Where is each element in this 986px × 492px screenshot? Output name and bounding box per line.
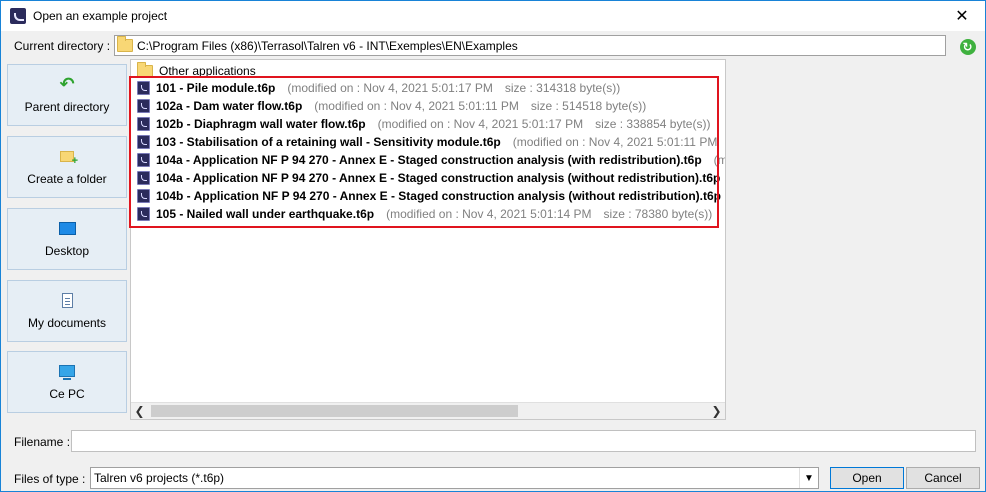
refresh-icon: ↻ bbox=[959, 38, 976, 55]
scroll-right-icon[interactable]: ❯ bbox=[708, 403, 725, 419]
horizontal-scrollbar[interactable]: ❮ ❯ bbox=[131, 402, 725, 419]
parent-directory-icon: ↶ bbox=[59, 74, 75, 94]
folder-item-other-applications[interactable]: Other applications bbox=[137, 61, 256, 80]
file-item[interactable]: 104b - Application NF P 94 270 - Annex E… bbox=[137, 187, 725, 205]
talren-file-icon bbox=[137, 153, 150, 167]
file-modified: (modified on : Nov 4, 2021 5:01:14 PM bbox=[386, 207, 592, 221]
filename-label: Filename : bbox=[14, 435, 71, 449]
scrollbar-thumb[interactable] bbox=[151, 405, 518, 417]
scroll-left-icon[interactable]: ❮ bbox=[131, 403, 148, 419]
window-title: Open an example project bbox=[33, 9, 168, 23]
file-modified: (modi bbox=[713, 153, 725, 167]
parent-directory-button[interactable]: ↶ Parent directory bbox=[7, 64, 127, 126]
file-name: 104a - Application NF P 94 270 - Annex E… bbox=[156, 153, 702, 167]
file-modified: (modified on : Nov 4, 2021 5:01:11 PM bbox=[314, 99, 519, 113]
file-item[interactable]: 105 - Nailed wall under earthquake.t6p (… bbox=[137, 205, 712, 223]
current-directory-field[interactable]: C:\Program Files (x86)\Terrasol\Talren v… bbox=[114, 35, 946, 56]
talren-file-icon bbox=[137, 207, 150, 221]
file-size: size : 338854 byte(s)) bbox=[595, 117, 711, 131]
current-directory-label: Current directory : bbox=[14, 39, 111, 53]
file-name: 104b - Application NF P 94 270 - Annex E… bbox=[156, 189, 721, 203]
file-size: size : 78380 byte(s)) bbox=[603, 207, 713, 221]
documents-icon bbox=[58, 292, 76, 308]
file-item[interactable]: 104a - Application NF P 94 270 - Annex E… bbox=[137, 151, 725, 169]
create-folder-button[interactable]: Create a folder bbox=[7, 136, 127, 198]
file-item[interactable]: 104a - Application NF P 94 270 - Annex E… bbox=[137, 169, 725, 187]
create-folder-label: Create a folder bbox=[27, 172, 107, 186]
file-modified: (modified on : Nov 4, 2021 5:01:11 PM bbox=[512, 135, 718, 149]
file-modified: (modified on : Nov 4, 2021 5:01:17 PM bbox=[287, 81, 493, 95]
refresh-button[interactable]: ↻ bbox=[957, 36, 978, 57]
file-item[interactable]: 102a - Dam water flow.t6p (modified on :… bbox=[137, 97, 646, 115]
talren-file-icon bbox=[137, 135, 150, 149]
chevron-down-icon[interactable]: ▼ bbox=[799, 468, 818, 488]
this-pc-button[interactable]: Ce PC bbox=[7, 351, 127, 413]
open-project-dialog: Open an example project ✕ Current direct… bbox=[0, 0, 986, 492]
filename-input[interactable] bbox=[71, 430, 976, 452]
open-button[interactable]: Open bbox=[830, 467, 904, 489]
file-name: 102b - Diaphragm wall water flow.t6p bbox=[156, 117, 366, 131]
file-type-value: Talren v6 projects (*.t6p) bbox=[94, 471, 225, 485]
file-size: size : 514518 byte(s)) bbox=[530, 99, 647, 113]
desktop-icon bbox=[58, 220, 76, 236]
title-bar: Open an example project ✕ bbox=[1, 1, 985, 31]
close-icon[interactable]: ✕ bbox=[939, 1, 985, 31]
current-directory-path: C:\Program Files (x86)\Terrasol\Talren v… bbox=[137, 38, 518, 53]
computer-icon bbox=[58, 363, 76, 380]
talren-file-icon bbox=[137, 117, 150, 131]
cancel-button[interactable]: Cancel bbox=[906, 467, 980, 489]
file-list[interactable]: Other applications 101 - Pile module.t6p… bbox=[130, 59, 726, 420]
file-name: 102a - Dam water flow.t6p bbox=[156, 99, 303, 113]
file-item[interactable]: 103 - Stabilisation of a retaining wall … bbox=[137, 133, 725, 151]
my-documents-button[interactable]: My documents bbox=[7, 280, 127, 342]
talren-file-icon bbox=[137, 189, 150, 203]
talren-file-icon bbox=[137, 171, 150, 185]
new-folder-icon bbox=[58, 148, 78, 167]
file-name: 104a - Application NF P 94 270 - Annex E… bbox=[156, 171, 721, 185]
folder-label: Other applications bbox=[159, 64, 256, 78]
my-documents-label: My documents bbox=[27, 316, 107, 330]
file-type-select[interactable]: Talren v6 projects (*.t6p) ▼ bbox=[90, 467, 819, 489]
talren-file-icon bbox=[137, 81, 150, 95]
desktop-button[interactable]: Desktop bbox=[7, 208, 127, 270]
file-item[interactable]: 102b - Diaphragm wall water flow.t6p (mo… bbox=[137, 115, 710, 133]
file-name: 103 - Stabilisation of a retaining wall … bbox=[156, 135, 501, 149]
talren-app-icon bbox=[10, 8, 26, 24]
this-pc-label: Ce PC bbox=[49, 387, 85, 401]
folder-icon bbox=[117, 36, 133, 52]
parent-directory-label: Parent directory bbox=[24, 100, 110, 114]
desktop-label: Desktop bbox=[44, 244, 90, 258]
file-type-label: Files of type : bbox=[14, 472, 86, 486]
file-modified: (modified on : Nov 4, 2021 5:01:17 PM bbox=[377, 117, 584, 131]
file-size: size : 314318 byte(s)) bbox=[504, 81, 621, 95]
talren-file-icon bbox=[137, 99, 150, 113]
file-name: 101 - Pile module.t6p bbox=[156, 81, 276, 95]
file-item[interactable]: 101 - Pile module.t6p (modified on : Nov… bbox=[137, 79, 620, 97]
file-name: 105 - Nailed wall under earthquake.t6p bbox=[156, 207, 375, 221]
folder-icon bbox=[137, 61, 153, 78]
